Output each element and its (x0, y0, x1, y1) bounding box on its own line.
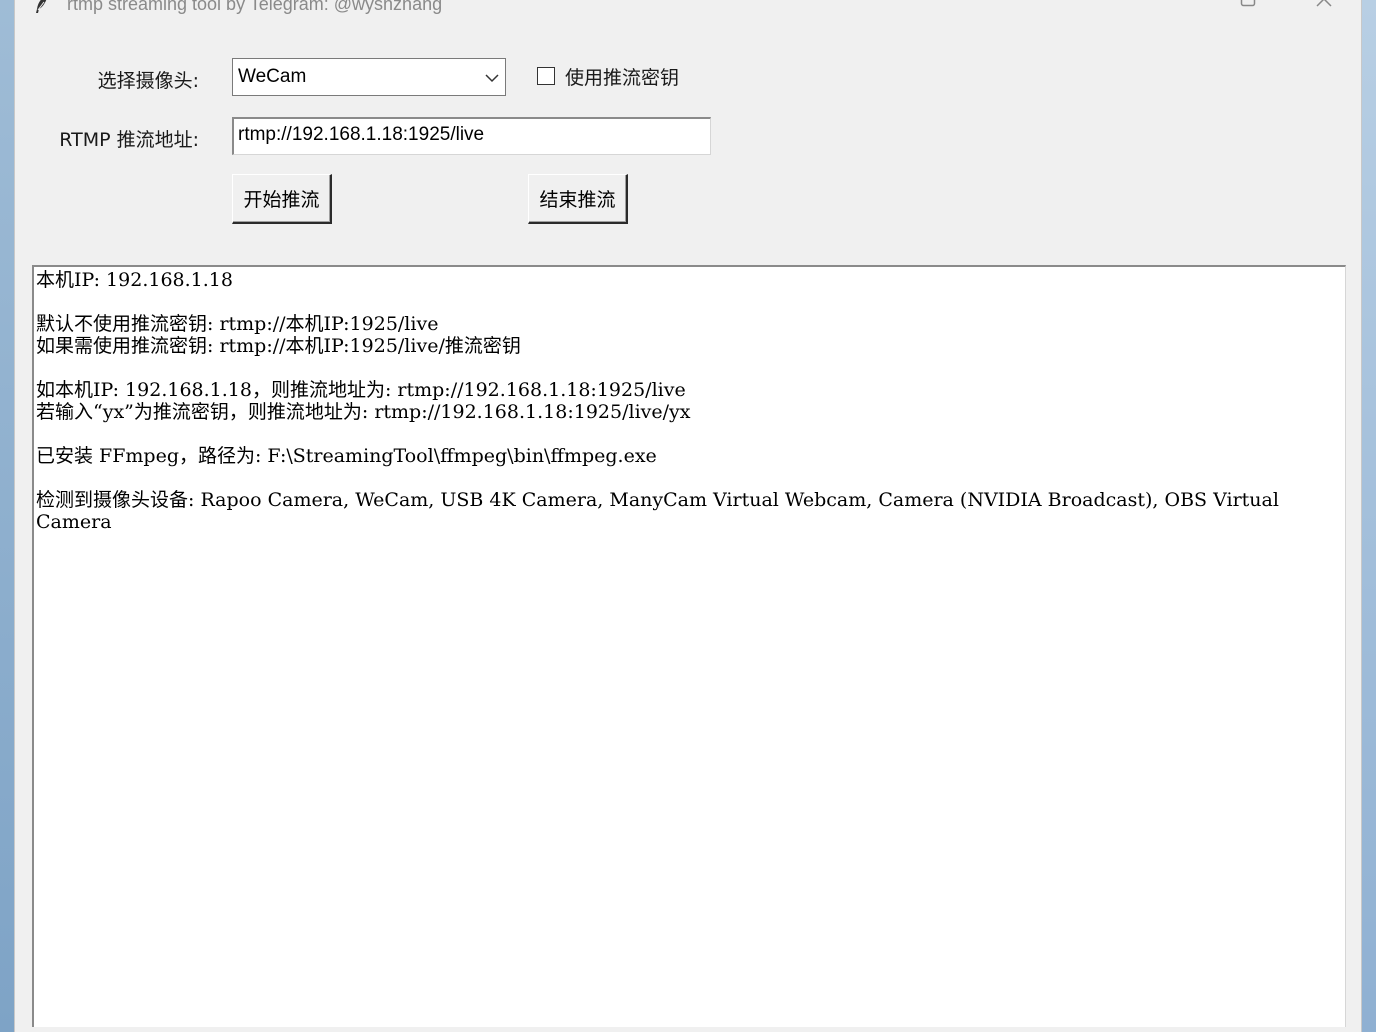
camera-select-value: WeCam (238, 66, 307, 87)
log-line: 若输入“yx”为推流密钥，则推流地址为: rtmp://192.168.1.18… (36, 401, 691, 423)
chevron-down-icon[interactable] (485, 71, 499, 85)
rtmp-url-input[interactable]: rtmp://192.168.1.18:1925/live (232, 117, 711, 155)
close-icon (1316, 0, 1332, 7)
camera-select[interactable]: WeCam (232, 58, 506, 96)
log-line: 检测到摄像头设备: Rapoo Camera, WeCam, USB 4K Ca… (36, 489, 1285, 533)
log-textarea[interactable]: 本机IP: 192.168.1.18 默认不使用推流密钥: rtmp://本机IP… (32, 265, 1346, 1027)
use-key-checkbox-row[interactable]: 使用推流密钥 (537, 63, 679, 90)
feather-icon (36, 0, 47, 13)
maximize-icon (1240, 0, 1256, 7)
stop-stream-button[interactable]: 结束推流 (528, 174, 628, 224)
app-window: rtmp streaming tool by Telegram: @wysnzh… (14, 0, 1362, 1032)
log-line: 默认不使用推流密钥: rtmp://本机IP:1925/live (36, 313, 439, 335)
desktop-background-left (0, 0, 14, 1032)
minimize-icon (1162, 0, 1182, 9)
window-title: rtmp streaming tool by Telegram: @wysnzh… (67, 0, 443, 14)
minimize-button[interactable] (1137, 0, 1207, 18)
use-key-label[interactable]: 使用推流密钥 (565, 63, 679, 90)
rtmp-url-label: RTMP 推流地址: (59, 129, 199, 151)
log-line: 本机IP: 192.168.1.18 (36, 269, 233, 291)
use-key-checkbox[interactable] (537, 67, 555, 85)
close-button[interactable] (1289, 0, 1359, 18)
title-bar[interactable]: rtmp streaming tool by Telegram: @wysnzh… (15, 0, 1361, 18)
log-line: 已安装 FFmpeg，路径为: F:\StreamingTool\ffmpeg\… (36, 445, 657, 467)
desktop-background-right (1362, 0, 1376, 1032)
camera-label: 选择摄像头: (97, 70, 199, 92)
log-line: 如本机IP: 192.168.1.18，则推流地址为: rtmp://192.1… (36, 379, 686, 401)
log-line: 如果需使用推流密钥: rtmp://本机IP:1925/live/推流密钥 (36, 335, 521, 357)
start-stream-button[interactable]: 开始推流 (232, 174, 332, 224)
maximize-button[interactable] (1213, 0, 1283, 18)
